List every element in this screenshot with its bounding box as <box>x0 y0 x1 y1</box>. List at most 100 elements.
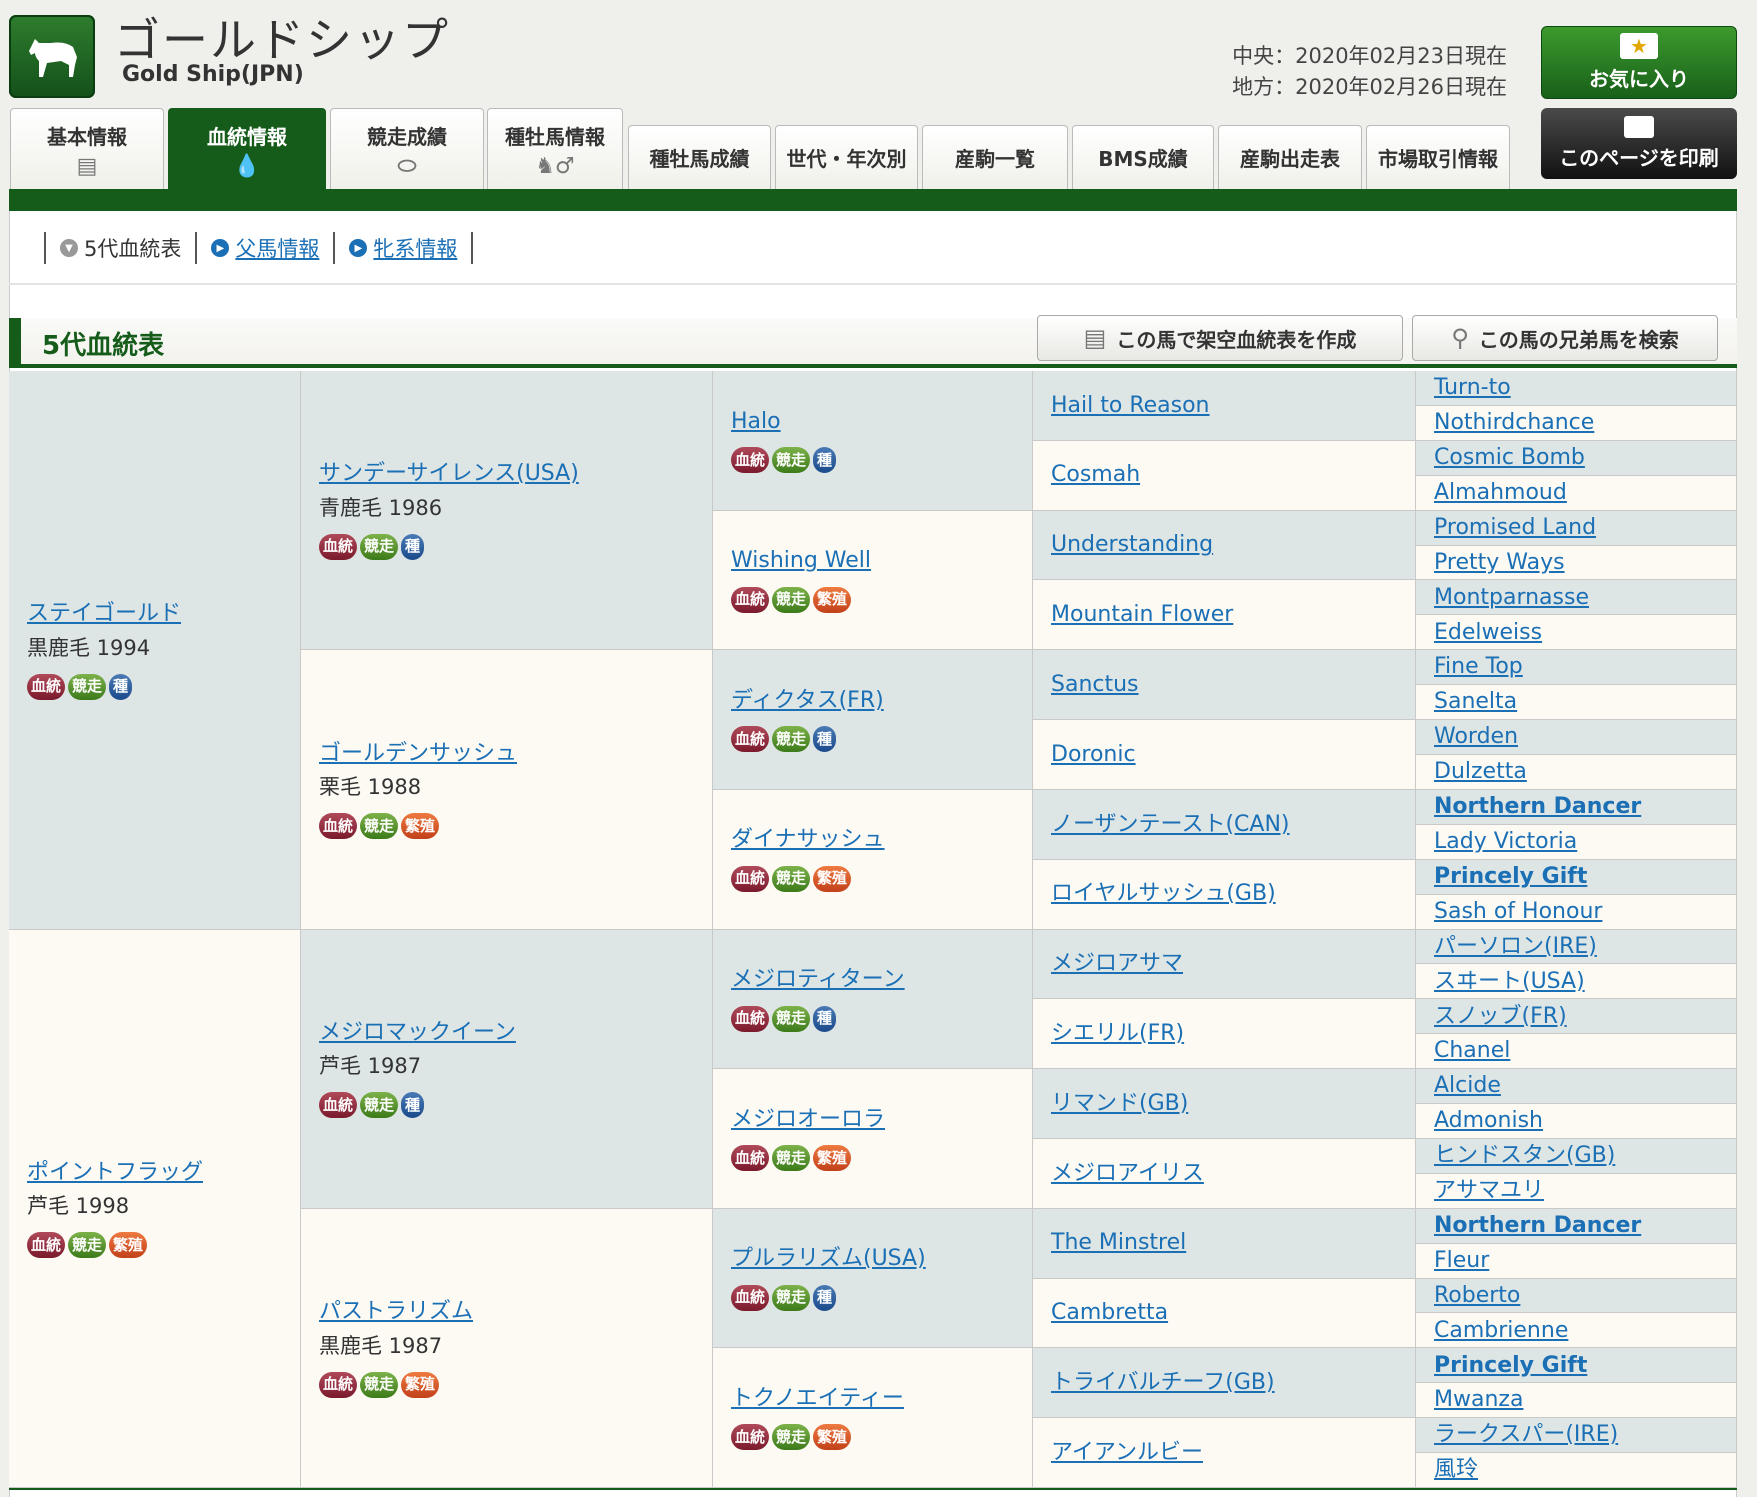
tab-stallion-results[interactable]: 種牡馬成績 <box>628 125 771 189</box>
horse-name-link[interactable]: メジロティターン <box>731 967 905 992</box>
horse-name-link[interactable]: メジロマックイーン <box>319 1020 516 1045</box>
horse-name-link[interactable]: メジロオーロラ <box>731 1107 885 1132</box>
badge-race[interactable]: 競走 <box>68 673 107 700</box>
horse-name-link[interactable]: Admonish <box>1434 1108 1543 1133</box>
badge-race[interactable]: 競走 <box>772 726 811 753</box>
horse-name-link[interactable]: Understanding <box>1051 532 1213 557</box>
horse-name-link[interactable]: Chanel <box>1434 1038 1510 1063</box>
badge-breed[interactable]: 繁殖 <box>813 1424 852 1451</box>
badge-breed[interactable]: 繁殖 <box>109 1232 148 1258</box>
badge-stud[interactable]: 種 <box>109 673 133 700</box>
horse-name-link[interactable]: アサマユリ <box>1434 1178 1544 1203</box>
badge-blood[interactable]: 血統 <box>319 533 358 560</box>
badge-race[interactable]: 競走 <box>360 1092 399 1119</box>
horse-name-link[interactable]: Northern Dancer <box>1434 794 1641 819</box>
badge-blood[interactable]: 血統 <box>27 673 66 700</box>
horse-name-link[interactable]: ヒンドスタン(GB) <box>1434 1143 1615 1168</box>
horse-name-link[interactable]: パーソロン(IRE) <box>1434 934 1597 959</box>
badge-breed[interactable]: 繁殖 <box>401 813 440 840</box>
badge-blood[interactable]: 血統 <box>319 813 358 840</box>
horse-name-link[interactable]: Dulzetta <box>1434 759 1527 784</box>
horse-name-link[interactable]: Sash of Honour <box>1434 899 1602 924</box>
badge-stud[interactable]: 種 <box>813 447 837 474</box>
badge-race[interactable]: 競走 <box>360 813 399 840</box>
tab-offspring-list[interactable]: 産駒一覧 <box>922 125 1068 189</box>
horse-name-link[interactable]: Mwanza <box>1434 1387 1523 1412</box>
horse-name-link[interactable]: Lady Victoria <box>1434 829 1577 854</box>
horse-name-link[interactable]: ダイナサッシュ <box>731 827 885 852</box>
horse-name-link[interactable]: Fleur <box>1434 1248 1489 1273</box>
badge-blood[interactable]: 血統 <box>27 1232 66 1258</box>
horse-name-link[interactable]: Mountain Flower <box>1051 602 1233 627</box>
badge-race[interactable]: 競走 <box>772 1284 811 1311</box>
horse-name-link[interactable]: Cambretta <box>1051 1300 1168 1325</box>
horse-name-link[interactable]: Fine Top <box>1434 654 1523 679</box>
horse-name-link[interactable]: メジロアイリス <box>1051 1161 1204 1186</box>
badge-breed[interactable]: 繁殖 <box>813 1145 852 1172</box>
horse-name-link[interactable]: Princely Gift <box>1434 1353 1587 1378</box>
horse-name-link[interactable]: ゴールデンサッシュ <box>319 741 517 766</box>
tab-stallion-info[interactable]: 種牡馬情報 ♞♂ <box>487 108 623 189</box>
horse-name-link[interactable]: Halo <box>731 409 781 434</box>
badge-breed[interactable]: 繁殖 <box>813 586 852 613</box>
badge-race[interactable]: 競走 <box>68 1232 107 1258</box>
horse-name-link[interactable]: リマンド(GB) <box>1051 1091 1188 1116</box>
horse-name-link[interactable]: Wishing Well <box>731 548 871 573</box>
badge-race[interactable]: 競走 <box>772 1424 811 1451</box>
badge-race[interactable]: 競走 <box>772 865 811 892</box>
horse-name-link[interactable]: Northern Dancer <box>1434 1213 1641 1238</box>
badge-blood[interactable]: 血統 <box>731 726 770 753</box>
horse-name-link[interactable]: Nothirdchance <box>1434 410 1594 435</box>
horse-name-link[interactable]: パストラリズム <box>319 1299 473 1324</box>
badge-blood[interactable]: 血統 <box>731 865 770 892</box>
horse-name-link[interactable]: Alcide <box>1434 1073 1501 1098</box>
badge-race[interactable]: 競走 <box>772 447 811 474</box>
badge-breed[interactable]: 繁殖 <box>401 1371 440 1398</box>
tab-race-results[interactable]: 競走成績 ⬭ <box>330 108 484 189</box>
badge-blood[interactable]: 血統 <box>319 1092 358 1119</box>
badge-blood[interactable]: 血統 <box>319 1371 358 1398</box>
horse-name-link[interactable]: ロイヤルサッシュ(GB) <box>1051 881 1276 906</box>
horse-name-link[interactable]: 風玲 <box>1434 1457 1478 1482</box>
horse-name-link[interactable]: プルラリズム(USA) <box>731 1246 926 1271</box>
horse-name-link[interactable]: Sanctus <box>1051 672 1139 697</box>
horse-name-link[interactable]: Doronic <box>1051 742 1136 767</box>
horse-name-link[interactable]: スノッブ(FR) <box>1434 1004 1567 1029</box>
horse-name-link[interactable]: ステイゴールド <box>27 601 181 626</box>
subnav-female-line[interactable]: ▶ 牝系情報 <box>349 233 457 263</box>
tab-generation-yearly[interactable]: 世代・年次別 <box>775 125 918 189</box>
badge-blood[interactable]: 血統 <box>731 586 770 613</box>
horse-name-link[interactable]: アイアンルビー <box>1051 1440 1203 1465</box>
badge-blood[interactable]: 血統 <box>731 1424 770 1451</box>
print-button[interactable]: このページを印刷 <box>1541 108 1737 179</box>
badge-stud[interactable]: 種 <box>401 533 425 560</box>
create-pedigree-button[interactable]: ▤ この馬で架空血統表を作成 <box>1037 315 1403 361</box>
horse-name-link[interactable]: トライバルチーフ(GB) <box>1051 1370 1275 1395</box>
badge-breed[interactable]: 繁殖 <box>813 865 852 892</box>
horse-name-link[interactable]: Almahmoud <box>1434 480 1567 505</box>
tab-bms-results[interactable]: BMS成績 <box>1072 125 1214 189</box>
horse-name-link[interactable]: Montparnasse <box>1434 585 1589 610</box>
badge-stud[interactable]: 種 <box>813 726 837 753</box>
horse-name-link[interactable]: トクノエイティー <box>731 1386 904 1411</box>
favorite-button[interactable]: ★ お気に入り <box>1541 26 1737 99</box>
badge-race[interactable]: 競走 <box>360 533 399 560</box>
badge-race[interactable]: 競走 <box>772 1145 811 1172</box>
horse-name-link[interactable]: サンデーサイレンス(USA) <box>319 461 579 486</box>
horse-name-link[interactable]: メジロアサマ <box>1051 951 1183 976</box>
horse-name-link[interactable]: Cambrienne <box>1434 1318 1568 1343</box>
horse-name-link[interactable]: Edelweiss <box>1434 620 1542 645</box>
subnav-sire-info[interactable]: ▶ 父馬情報 <box>211 233 319 263</box>
badge-race[interactable]: 競走 <box>772 1005 811 1032</box>
horse-name-link[interactable]: Worden <box>1434 724 1518 749</box>
badge-stud[interactable]: 種 <box>813 1284 837 1311</box>
horse-name-link[interactable]: ラークスパー(IRE) <box>1434 1422 1618 1447</box>
horse-name-link[interactable]: スヰート(USA) <box>1434 969 1585 994</box>
tab-pedigree-info[interactable]: 血統情報 💧 <box>168 108 326 189</box>
badge-race[interactable]: 競走 <box>772 586 811 613</box>
horse-name-link[interactable]: シエリル(FR) <box>1051 1021 1184 1046</box>
badge-blood[interactable]: 血統 <box>731 1145 770 1172</box>
horse-name-link[interactable]: Sanelta <box>1434 689 1517 714</box>
badge-race[interactable]: 競走 <box>360 1371 399 1398</box>
horse-name-link[interactable]: ポイントフラッグ <box>27 1160 203 1185</box>
